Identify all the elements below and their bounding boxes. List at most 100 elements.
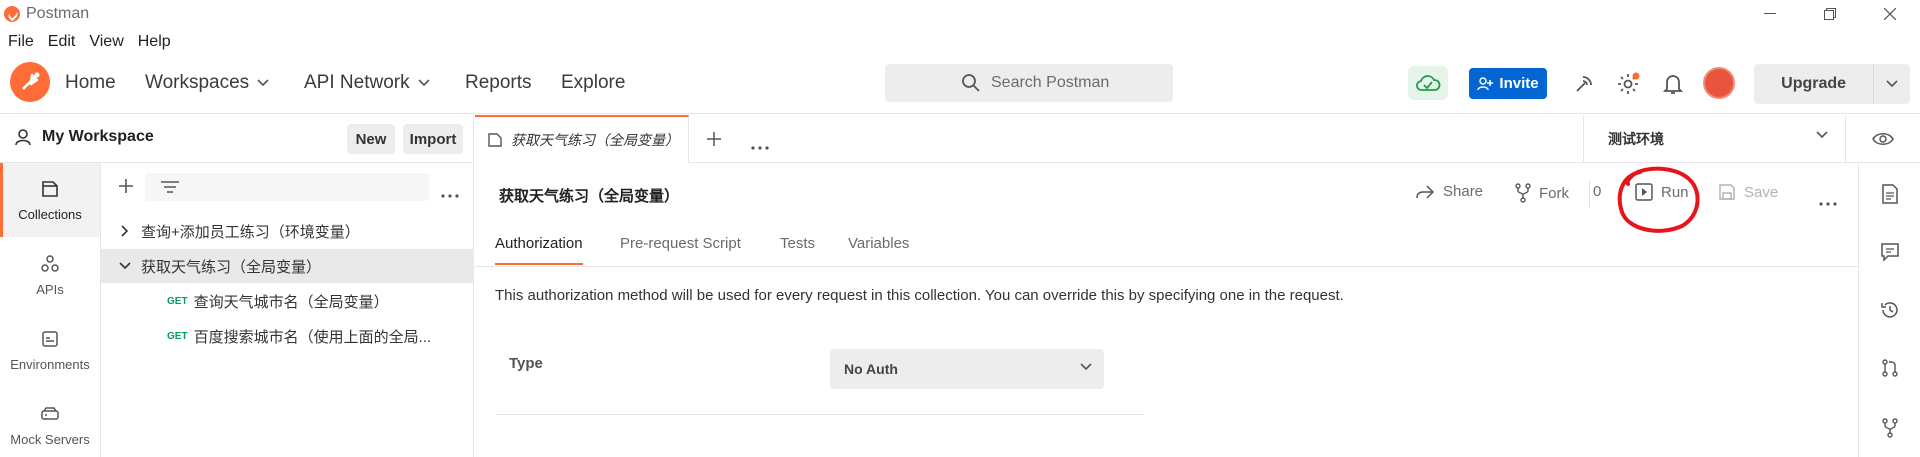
tree-toolbar xyxy=(101,171,474,205)
chevron-down-icon[interactable] xyxy=(1874,80,1910,88)
menu-bar: File Edit View Help xyxy=(0,30,177,54)
capture-requests-icon[interactable] xyxy=(1570,70,1598,98)
collection-label: 获取天气练习（全局变量） xyxy=(141,258,322,276)
apis-icon xyxy=(41,254,59,272)
menu-edit[interactable]: Edit xyxy=(48,33,76,51)
collection-item[interactable]: 获取天气练习（全局变量） xyxy=(101,249,474,283)
close-icon[interactable] xyxy=(1860,0,1920,28)
user-icon xyxy=(15,129,31,146)
nav-api-network-label: API Network xyxy=(304,72,410,93)
tab-authorization[interactable]: Authorization xyxy=(495,235,583,265)
postman-logo-icon[interactable] xyxy=(10,62,50,102)
search-placeholder: Search Postman xyxy=(991,74,1110,91)
nav-api-network[interactable]: API Network xyxy=(304,72,430,94)
app-header: Home Workspaces API Network Reports Expl… xyxy=(0,58,1920,114)
chevron-right-icon xyxy=(121,225,129,237)
upgrade-label: Upgrade xyxy=(1781,75,1847,92)
method-badge: GET xyxy=(167,330,188,342)
more-actions-icon[interactable] xyxy=(1819,193,1837,211)
collections-tree: 查询+添加员工练习（环境变量） 获取天气练习（全局变量） GET 查询天气城市名… xyxy=(101,163,474,457)
chevron-down-icon xyxy=(257,79,269,87)
cloud-sync-icon[interactable] xyxy=(1408,66,1448,100)
user-avatar[interactable] xyxy=(1703,67,1735,99)
nav-reports[interactable]: Reports xyxy=(465,72,532,94)
fork-count: 0 xyxy=(1593,183,1602,200)
auth-type-select[interactable]: No Auth xyxy=(830,349,1104,389)
tab-tests[interactable]: Tests xyxy=(780,235,815,252)
rail-item-environments[interactable]: Environments xyxy=(0,313,100,387)
share-button[interactable]: Share xyxy=(1415,183,1483,200)
mock-servers-icon xyxy=(41,406,59,420)
menu-view[interactable]: View xyxy=(89,33,123,51)
fork-label: Fork xyxy=(1539,184,1569,202)
menu-file[interactable]: File xyxy=(8,33,34,51)
request-label: 查询天气城市名（全局变量） xyxy=(193,293,389,311)
method-badge: GET xyxy=(167,295,188,307)
rail-item-collections[interactable]: Collections xyxy=(0,163,100,237)
collections-icon xyxy=(42,180,58,197)
right-sidebar-rail xyxy=(1858,163,1920,457)
nav-home[interactable]: Home xyxy=(65,72,116,94)
tabs-bar: 获取天气练习（全局变量） 测试环境 xyxy=(475,115,1920,163)
annotation-circle xyxy=(1617,166,1700,233)
new-button[interactable]: New xyxy=(347,124,395,154)
tab-more-icon[interactable] xyxy=(751,137,769,155)
notification-bell-icon[interactable] xyxy=(1659,70,1687,98)
minimize-icon[interactable] xyxy=(1740,0,1800,28)
add-user-icon xyxy=(1477,76,1494,90)
workspace-name[interactable]: My Workspace xyxy=(14,128,154,146)
rail-label: Mock Servers xyxy=(10,431,90,447)
request-label: 百度搜索城市名（使用上面的全局... xyxy=(193,328,432,346)
upgrade-button[interactable]: Upgrade xyxy=(1754,64,1910,104)
rail-label: Collections xyxy=(18,206,82,222)
documentation-icon[interactable] xyxy=(1879,183,1901,205)
collection-item[interactable]: 查询+添加员工练习（环境变量） xyxy=(101,214,474,248)
nav-workspaces[interactable]: Workspaces xyxy=(145,72,269,94)
pull-requests-icon[interactable] xyxy=(1879,357,1901,379)
new-tab-icon[interactable] xyxy=(705,130,723,153)
tab-collection[interactable]: 获取天气练习（全局变量） xyxy=(475,115,689,163)
environment-select[interactable]: 测试环境 xyxy=(1583,115,1845,163)
chevron-down-icon xyxy=(418,79,430,87)
search-icon xyxy=(962,74,980,92)
collection-label: 查询+添加员工练习（环境变量） xyxy=(141,223,360,241)
filter-icon xyxy=(161,181,179,193)
action-divider xyxy=(1589,181,1590,207)
collection-title: 获取天气练习（全局变量） xyxy=(499,188,680,205)
rail-item-apis[interactable]: APIs xyxy=(0,238,100,312)
add-collection-icon[interactable] xyxy=(117,177,135,200)
share-label: Share xyxy=(1443,183,1484,200)
settings-gear-icon[interactable] xyxy=(1614,70,1642,98)
comments-icon[interactable] xyxy=(1879,241,1901,263)
workspace-bar: My Workspace New Import xyxy=(0,115,474,163)
search-input[interactable]: Search Postman xyxy=(885,64,1173,102)
filter-input[interactable] xyxy=(145,173,429,201)
menu-help[interactable]: Help xyxy=(138,33,171,51)
history-icon[interactable] xyxy=(1879,299,1901,321)
save-button[interactable]: Save xyxy=(1718,183,1778,201)
postman-logo-icon xyxy=(4,6,20,22)
tab-pre-request-script[interactable]: Pre-request Script xyxy=(620,235,741,252)
save-label: Save xyxy=(1744,183,1779,201)
invite-button[interactable]: Invite xyxy=(1469,68,1547,99)
more-options-icon[interactable] xyxy=(441,185,459,203)
fork-icon xyxy=(1515,183,1531,203)
tab-variables[interactable]: Variables xyxy=(848,235,909,252)
auth-description: This authorization method will be used f… xyxy=(495,287,1344,304)
environments-icon xyxy=(42,330,58,347)
tab-label: 获取天气练习（全局变量） xyxy=(511,132,679,148)
environment-label: 测试环境 xyxy=(1608,131,1664,147)
import-button[interactable]: Import xyxy=(403,124,463,154)
rail-item-mock-servers[interactable]: Mock Servers xyxy=(0,388,100,457)
collection-tab-icon xyxy=(488,133,502,147)
restore-icon[interactable] xyxy=(1800,0,1860,28)
forks-icon[interactable] xyxy=(1879,417,1901,439)
rail-label: APIs xyxy=(36,281,64,297)
eye-icon[interactable] xyxy=(1845,115,1920,163)
request-item[interactable]: GET 百度搜索城市名（使用上面的全局... xyxy=(101,319,474,353)
request-item[interactable]: GET 查询天气城市名（全局变量） xyxy=(101,284,474,318)
nav-explore[interactable]: Explore xyxy=(561,72,625,94)
section-divider xyxy=(495,414,1145,415)
fork-button[interactable]: Fork xyxy=(1515,183,1569,203)
window-title: Postman xyxy=(26,5,90,22)
